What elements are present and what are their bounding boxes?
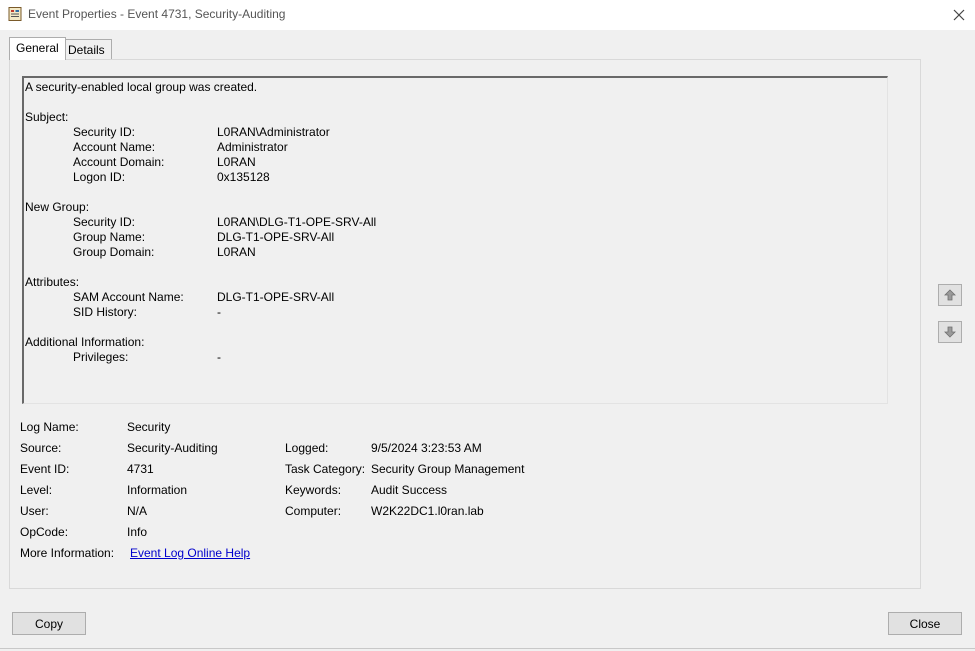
more-info-label: More Information: (20, 546, 115, 560)
field-label: Security ID: (73, 125, 136, 139)
source-value: Security-Auditing (127, 441, 218, 455)
arrow-up-icon (944, 289, 956, 301)
field-value: L0RAN (217, 155, 256, 169)
arrow-down-icon (944, 326, 956, 338)
description-headline: A security-enabled local group was creat… (25, 80, 258, 94)
field-label: Security ID: (73, 215, 136, 229)
field-value: - (217, 305, 221, 319)
field-value: Administrator (217, 140, 288, 154)
field-value: L0RAN\DLG-T1-OPE-SRV-All (217, 215, 377, 229)
window-bottom-divider (0, 648, 975, 649)
field-label: Account Name: (73, 140, 156, 154)
user-value: N/A (127, 504, 148, 518)
close-icon[interactable] (950, 6, 968, 24)
window-title: Event Properties - Event 4731, Security-… (28, 7, 286, 21)
field-value: L0RAN\Administrator (217, 125, 330, 139)
field-label: SID History: (73, 305, 138, 319)
log-name-value: Security (127, 420, 171, 434)
field-value: DLG-T1-OPE-SRV-All (217, 230, 335, 244)
level-label: Level: (20, 483, 53, 497)
section-title-subject: Subject: (25, 110, 69, 124)
field-label: SAM Account Name: (73, 290, 184, 304)
opcode-label: OpCode: (20, 525, 69, 539)
field-label: Group Name: (73, 230, 146, 244)
task-category-label: Task Category: (285, 462, 366, 476)
title-bar: Event Properties - Event 4731, Security-… (0, 0, 975, 30)
source-label: Source: (20, 441, 62, 455)
close-button[interactable]: Close (888, 612, 962, 635)
tab-general[interactable]: General (9, 37, 66, 60)
user-label: User: (20, 504, 49, 518)
field-value: DLG-T1-OPE-SRV-All (217, 290, 335, 304)
event-id-label: Event ID: (20, 462, 70, 476)
event-log-online-help-link[interactable]: Event Log Online Help (130, 546, 250, 560)
next-event-button[interactable] (938, 321, 962, 343)
log-name-label: Log Name: (20, 420, 79, 434)
field-value: 0x135128 (217, 170, 270, 184)
level-value: Information (127, 483, 188, 497)
field-value: - (217, 350, 221, 364)
computer-value: W2K22DC1.l0ran.lab (371, 504, 484, 518)
keywords-label: Keywords: (285, 483, 342, 497)
logged-value: 9/5/2024 3:23:53 AM (371, 441, 482, 455)
field-label: Account Domain: (73, 155, 165, 169)
field-label: Logon ID: (73, 170, 126, 184)
opcode-value: Info (127, 525, 148, 539)
event-viewer-icon (8, 7, 22, 21)
section-title-additional-info: Additional Information: (25, 335, 145, 349)
field-label: Privileges: (73, 350, 129, 364)
section-title-attributes: Attributes: (25, 275, 80, 289)
event-id-value: 4731 (127, 462, 154, 476)
tab-details[interactable]: Details (61, 39, 112, 60)
computer-label: Computer: (285, 504, 342, 518)
event-description-box[interactable] (22, 76, 888, 404)
copy-button[interactable]: Copy (12, 612, 86, 635)
task-category-value: Security Group Management (371, 462, 525, 476)
field-label: Group Domain: (73, 245, 155, 259)
field-value: L0RAN (217, 245, 256, 259)
logged-label: Logged: (285, 441, 329, 455)
section-title-new-group: New Group: (25, 200, 90, 214)
keywords-value: Audit Success (371, 483, 448, 497)
previous-event-button[interactable] (938, 284, 962, 306)
